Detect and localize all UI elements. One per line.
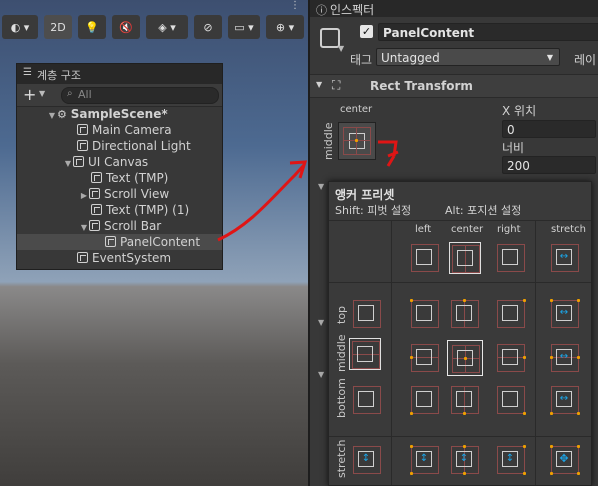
annotation-overlay <box>217 140 399 242</box>
annotation-hook-icon <box>378 140 399 167</box>
annotation-arrow <box>217 163 306 242</box>
